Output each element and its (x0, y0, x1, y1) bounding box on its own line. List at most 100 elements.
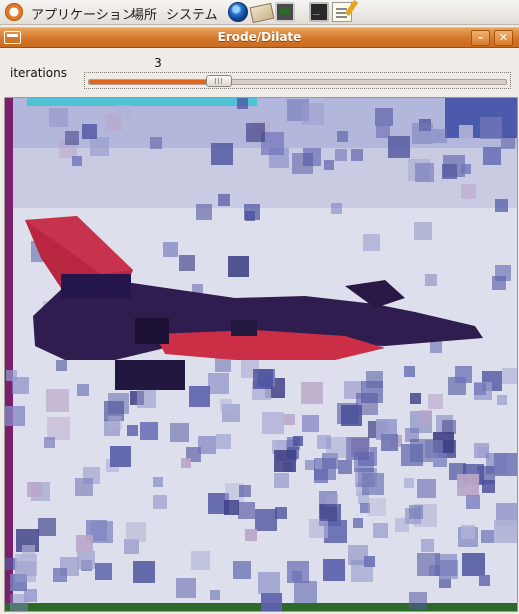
cloud-block (181, 458, 191, 468)
cloud-block (409, 505, 423, 519)
cloud-block (255, 509, 277, 531)
title-bar[interactable]: Erode/Dilate – ✕ (0, 27, 519, 48)
cloud-block (38, 518, 56, 536)
cloud-block (238, 502, 255, 519)
cloud-block (337, 131, 348, 142)
cloud-block (425, 440, 443, 458)
cloud-block (417, 479, 436, 498)
cloud-block (244, 204, 260, 220)
cloud-block (49, 108, 68, 127)
terminal-icon[interactable] (309, 2, 329, 22)
cloud-block (275, 507, 287, 519)
cloud-block (292, 153, 313, 174)
cloud-block (442, 164, 457, 179)
cloud-block (274, 473, 289, 488)
cloud-block (246, 123, 265, 142)
cloud-block (483, 147, 501, 165)
cloud-block (435, 554, 457, 576)
cloud-block (233, 561, 251, 579)
cloud-block (479, 575, 490, 586)
iterations-slider[interactable] (84, 72, 511, 89)
cloud-block (44, 437, 55, 448)
menu-system[interactable]: システム (166, 4, 218, 23)
monitor-icon[interactable] (275, 2, 295, 22)
cloud-block (353, 518, 363, 528)
cloud-block (237, 98, 248, 109)
cloud-block (433, 129, 447, 143)
cloud-block (95, 563, 112, 580)
cloud-block (245, 529, 257, 541)
cloud-block (388, 136, 410, 158)
cloud-block (494, 520, 517, 543)
cloud-block (150, 137, 162, 149)
cloud-block (301, 382, 323, 404)
cloud-block (409, 592, 427, 610)
cloud-block (77, 384, 89, 396)
cloud-block (76, 535, 93, 552)
cloud-block (404, 366, 415, 377)
cloud-block (351, 149, 363, 161)
cloud-block (5, 406, 25, 426)
cloud-block (414, 222, 432, 240)
cloud-block (401, 444, 423, 466)
cloud-block (455, 366, 472, 383)
menu-applications[interactable]: アプリケーション (31, 4, 135, 23)
top-panel: アプリケーション 場所 システム (0, 0, 519, 25)
cloud-block (46, 389, 69, 412)
cloud-block (430, 341, 442, 353)
cloud-block (317, 435, 331, 449)
cloud-block (309, 519, 328, 538)
cloud-block (77, 551, 95, 569)
slider-track[interactable] (88, 79, 507, 85)
cloud-block (126, 522, 146, 542)
cloud-block (110, 446, 131, 467)
cloud-block (211, 143, 233, 165)
cloud-block (501, 135, 515, 149)
cloud-block (274, 450, 296, 472)
cloud-block (495, 265, 511, 281)
globe-icon[interactable] (228, 2, 248, 22)
cloud-block (153, 495, 167, 509)
cloud-block (474, 443, 489, 458)
cloud-block (459, 125, 473, 139)
menu-places[interactable]: 場所 (131, 4, 157, 23)
cloud-block (284, 414, 295, 425)
slider-thumb[interactable] (206, 75, 232, 87)
text-editor-icon[interactable] (332, 2, 352, 22)
cloud-block (419, 410, 432, 423)
cloud-block (191, 551, 210, 570)
cloud-block (305, 460, 315, 470)
cloud-block (153, 477, 163, 487)
cloud-block (83, 467, 100, 484)
cloud-block (495, 199, 508, 212)
cloud-block (320, 504, 337, 521)
cloud-block (293, 436, 303, 446)
cloud-block (314, 469, 328, 483)
cloud-block (354, 452, 374, 472)
cloud-block (22, 545, 35, 558)
close-button[interactable]: ✕ (494, 30, 513, 46)
cloud-block (462, 553, 485, 576)
cloud-block (27, 482, 42, 497)
mail-icon[interactable] (249, 2, 275, 24)
cloud-block (497, 395, 507, 405)
cloud-block (140, 422, 158, 440)
ubuntu-logo-icon[interactable] (5, 3, 23, 21)
cloud-block (466, 495, 480, 509)
cloud-block (412, 123, 433, 144)
cloud-block (461, 525, 475, 539)
cloud-block (373, 523, 388, 538)
cloud-block (302, 415, 319, 432)
minimize-button[interactable]: – (471, 30, 490, 46)
close-icon: ✕ (498, 31, 509, 44)
cloud-block (461, 164, 471, 174)
cloud-block (210, 590, 220, 600)
cloud-block (335, 149, 347, 161)
cloud-block (292, 571, 302, 581)
cloud-block (253, 369, 273, 389)
cloud-block (368, 498, 386, 516)
cloud-block (224, 500, 239, 515)
window-title: Erode/Dilate (217, 30, 302, 44)
cloud-block (189, 386, 210, 407)
cloud-block (324, 160, 334, 170)
